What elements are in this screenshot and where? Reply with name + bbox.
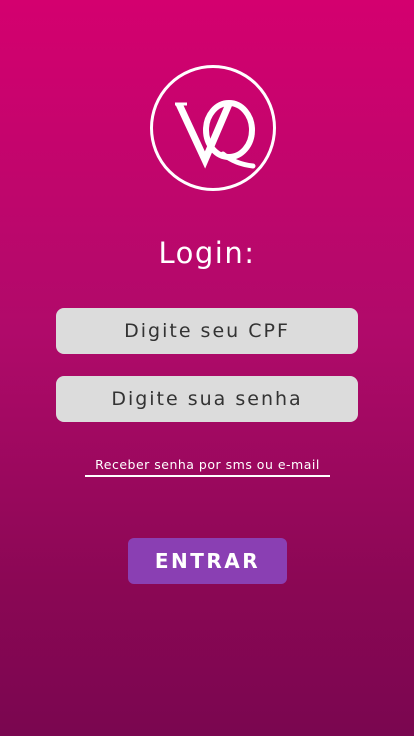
login-title: Login: <box>158 236 256 270</box>
receive-password-link[interactable]: Receber senha por sms ou e-mail <box>85 457 330 477</box>
vq-logo <box>150 65 276 191</box>
cpf-input[interactable] <box>56 308 358 354</box>
enter-button[interactable]: ENTRAR <box>128 538 287 584</box>
login-screen: Login: Receber senha por sms ou e-mail E… <box>0 0 414 736</box>
vq-monogram-icon <box>175 100 256 169</box>
password-input[interactable] <box>56 376 358 422</box>
